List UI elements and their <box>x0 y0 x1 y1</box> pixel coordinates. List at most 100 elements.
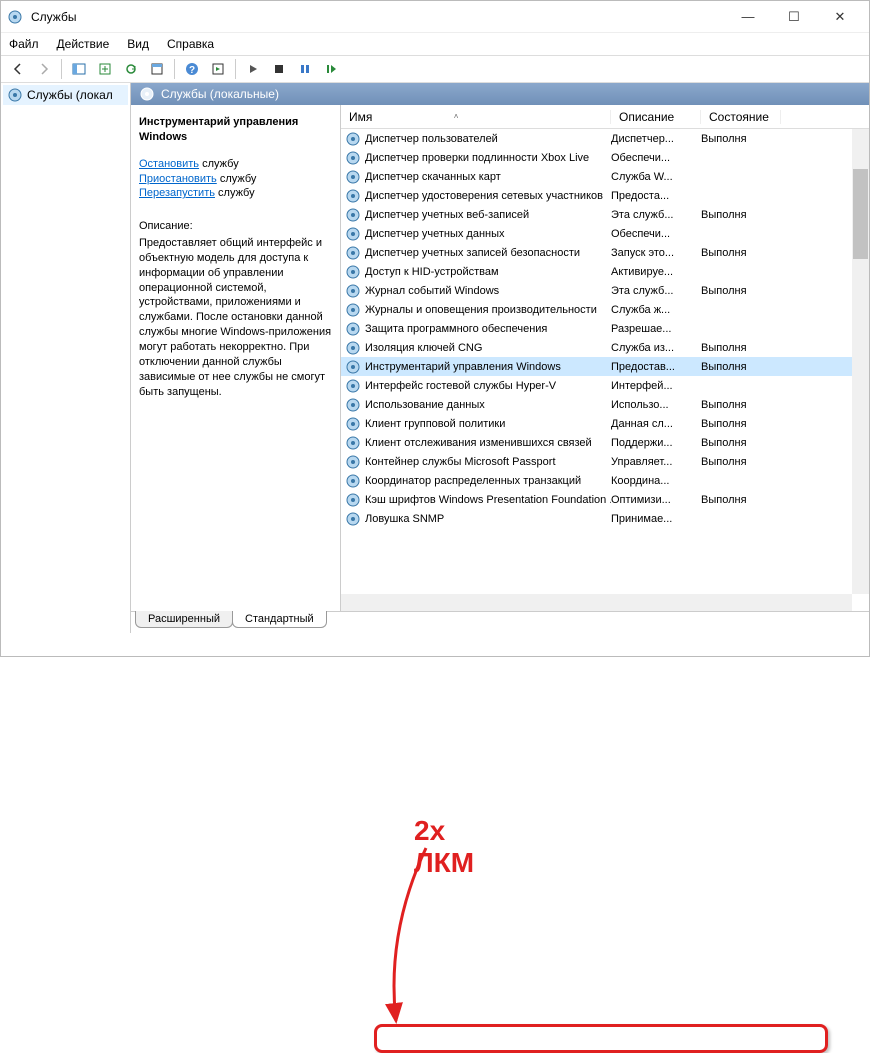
details-pane: Инструментарий управления Windows Остано… <box>131 105 341 611</box>
service-name-cell: Интерфейс гостевой службы Hyper-V <box>345 378 611 394</box>
close-button[interactable]: ✕ <box>817 2 863 32</box>
service-row[interactable]: Диспетчер пользователейДиспетчер...Выпол… <box>341 129 869 148</box>
service-gear-icon <box>345 492 361 508</box>
service-name-cell: Ловушка SNMP <box>345 511 611 527</box>
menu-view[interactable]: Вид <box>127 37 149 51</box>
service-row[interactable]: Диспетчер удостоверения сетевых участник… <box>341 186 869 205</box>
service-name-cell: Диспетчер учетных данных <box>345 226 611 242</box>
description-label: Описание: <box>139 219 332 234</box>
service-name-cell: Координатор распределенных транзакций <box>345 473 611 489</box>
restart-button[interactable] <box>320 58 342 80</box>
service-gear-icon <box>345 131 361 147</box>
service-gear-icon <box>345 473 361 489</box>
service-gear-icon <box>345 169 361 185</box>
service-name-cell: Диспетчер учетных веб-записей <box>345 207 611 223</box>
service-row[interactable]: Координатор распределенных транзакцийКоо… <box>341 471 869 490</box>
service-row[interactable]: Клиент групповой политикиДанная сл...Вып… <box>341 414 869 433</box>
tab-standard[interactable]: Стандартный <box>232 611 327 628</box>
menu-help[interactable]: Справка <box>167 37 214 51</box>
show-hide-tree-button[interactable] <box>68 58 90 80</box>
service-desc-cell: Координа... <box>611 475 701 487</box>
service-row[interactable]: Использование данныхИспользо...Выполня <box>341 395 869 414</box>
annotation-arrow-icon <box>381 843 441 1043</box>
service-row[interactable]: Диспетчер учетных данныхОбеспечи... <box>341 224 869 243</box>
action-button[interactable] <box>207 58 229 80</box>
col-name[interactable]: Имя ˄ <box>341 110 611 124</box>
gear-icon <box>7 87 23 103</box>
tab-extended[interactable]: Расширенный <box>135 611 233 628</box>
help-button[interactable]: ? <box>181 58 203 80</box>
back-button[interactable] <box>7 58 29 80</box>
restart-link[interactable]: Перезапустить <box>139 187 215 199</box>
toolbar: ? <box>1 55 869 83</box>
tree-root-item[interactable]: Службы (локал <box>3 85 128 105</box>
service-row[interactable]: Защита программного обеспеченияРазрешае.… <box>341 319 869 338</box>
play-button[interactable] <box>242 58 264 80</box>
service-row[interactable]: Изоляция ключей CNGСлужба из...Выполня <box>341 338 869 357</box>
content-area: Службы (локал Службы (локальные) Инструм… <box>1 83 869 633</box>
service-gear-icon <box>345 226 361 242</box>
service-state-cell: Выполня <box>701 247 781 259</box>
service-state-cell: Выполня <box>701 361 781 373</box>
service-row[interactable]: Интерфейс гостевой службы Hyper-VИнтерфе… <box>341 376 869 395</box>
service-row[interactable]: Журнал событий WindowsЭта служб...Выполн… <box>341 281 869 300</box>
forward-button[interactable] <box>33 58 55 80</box>
horizontal-scrollbar[interactable] <box>341 594 852 611</box>
properties-button[interactable] <box>146 58 168 80</box>
pause-link[interactable]: Приостановить <box>139 173 217 185</box>
service-name-cell: Журнал событий Windows <box>345 283 611 299</box>
maximize-button[interactable]: ☐ <box>771 2 817 32</box>
app-gear-icon <box>7 9 23 25</box>
pause-button[interactable] <box>294 58 316 80</box>
vertical-scrollbar[interactable] <box>852 129 869 594</box>
service-row[interactable]: Журналы и оповещения производительностиС… <box>341 300 869 319</box>
service-row[interactable]: Диспетчер проверки подлинности Xbox Live… <box>341 148 869 167</box>
service-desc-cell: Эта служб... <box>611 209 701 221</box>
window-title: Службы <box>31 10 725 24</box>
tree-root-label: Службы (локал <box>27 88 113 102</box>
service-row[interactable]: Диспетчер учетных веб-записейЭта служб..… <box>341 205 869 224</box>
service-gear-icon <box>345 302 361 318</box>
service-row[interactable]: Клиент отслеживания изменившихся связейП… <box>341 433 869 452</box>
menu-bar: Файл Действие Вид Справка <box>1 33 869 55</box>
service-state-cell: Выполня <box>701 133 781 145</box>
service-desc-cell: Диспетчер... <box>611 133 701 145</box>
export-button[interactable] <box>94 58 116 80</box>
service-state-cell: Выполня <box>701 418 781 430</box>
service-row[interactable]: Контейнер службы Microsoft PassportУправ… <box>341 452 869 471</box>
service-state-cell: Выполня <box>701 494 781 506</box>
sort-indicator-icon: ˄ <box>454 112 459 121</box>
list-body[interactable]: Диспетчер пользователейДиспетчер...Выпол… <box>341 129 869 611</box>
service-row[interactable]: Кэш шрифтов Windows Presentation Foundat… <box>341 490 869 509</box>
tree-pane: Службы (локал <box>1 83 131 633</box>
menu-file[interactable]: Файл <box>9 37 39 51</box>
service-desc-cell: Эта служб... <box>611 285 701 297</box>
service-desc-cell: Данная сл... <box>611 418 701 430</box>
service-gear-icon <box>345 207 361 223</box>
minimize-button[interactable]: — <box>725 2 771 32</box>
service-list: Имя ˄ Описание Состояние Диспетчер польз… <box>341 105 869 611</box>
service-row[interactable]: Диспетчер скачанных картСлужба W... <box>341 167 869 186</box>
service-row[interactable]: Доступ к HID-устройствамАктивируе... <box>341 262 869 281</box>
stop-link[interactable]: Остановить <box>139 158 199 170</box>
service-name-cell: Защита программного обеспечения <box>345 321 611 337</box>
stop-button[interactable] <box>268 58 290 80</box>
scrollbar-thumb[interactable] <box>853 169 868 259</box>
right-pane: Службы (локальные) Инструментарий управл… <box>131 83 869 633</box>
service-name-cell: Клиент отслеживания изменившихся связей <box>345 435 611 451</box>
service-desc-cell: Служба из... <box>611 342 701 354</box>
service-row[interactable]: Инструментарий управления WindowsПредост… <box>341 357 869 376</box>
menu-action[interactable]: Действие <box>57 37 110 51</box>
service-desc-cell: Разрешае... <box>611 323 701 335</box>
service-name-cell: Диспетчер пользователей <box>345 131 611 147</box>
annotation-text: 2х ЛКМ <box>414 815 474 879</box>
service-desc-cell: Запуск это... <box>611 247 701 259</box>
annotation-highlight-box <box>374 1024 828 1053</box>
service-row[interactable]: Диспетчер учетных записей безопасностиЗа… <box>341 243 869 262</box>
refresh-button[interactable] <box>120 58 142 80</box>
service-name-cell: Кэш шрифтов Windows Presentation Foundat… <box>345 492 611 508</box>
service-row[interactable]: Ловушка SNMPПринимае... <box>341 509 869 528</box>
col-description[interactable]: Описание <box>611 110 701 124</box>
col-state[interactable]: Состояние <box>701 110 781 124</box>
service-gear-icon <box>345 416 361 432</box>
